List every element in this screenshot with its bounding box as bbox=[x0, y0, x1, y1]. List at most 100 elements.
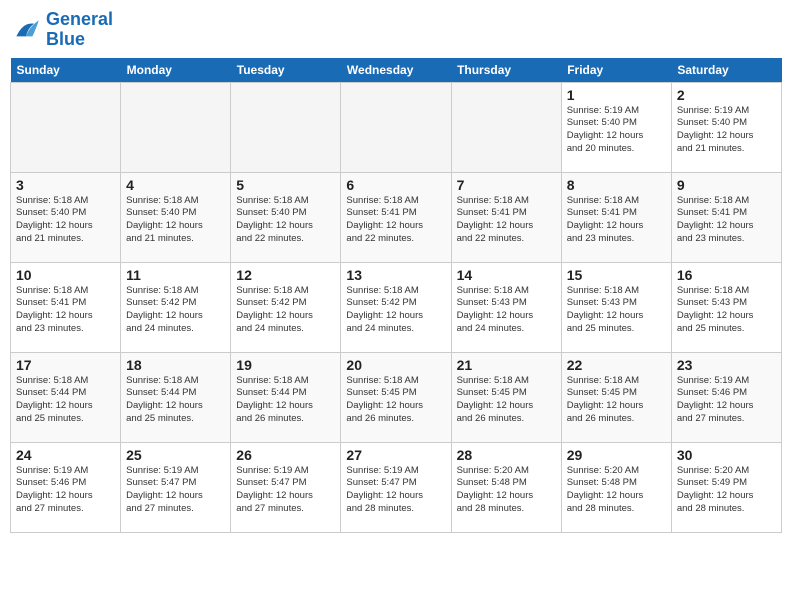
day-cell bbox=[121, 82, 231, 172]
day-info: Sunrise: 5:18 AM Sunset: 5:45 PM Dayligh… bbox=[346, 375, 445, 426]
day-number: 29 bbox=[567, 447, 666, 463]
week-row-5: 24 Sunrise: 5:19 AM Sunset: 5:46 PM Dayli… bbox=[11, 442, 782, 532]
day-number: 5 bbox=[236, 177, 335, 193]
day-info: Sunrise: 5:20 AM Sunset: 5:48 PM Dayligh… bbox=[457, 465, 556, 516]
day-number: 10 bbox=[16, 267, 115, 283]
day-cell: 3Sunrise: 5:18 AM Sunset: 5:40 PM Daylig… bbox=[11, 172, 121, 262]
day-cell: 7 Sunrise: 5:18 AM Sunset: 5:41 PM Daylig… bbox=[451, 172, 561, 262]
day-info: Sunrise: 5:19 AM Sunset: 5:47 PM Dayligh… bbox=[346, 465, 445, 516]
weekday-header-sunday: Sunday bbox=[11, 58, 121, 83]
weekday-header-row: SundayMondayTuesdayWednesdayThursdayFrid… bbox=[11, 58, 782, 83]
logo: General Blue bbox=[10, 10, 113, 50]
week-row-4: 17 Sunrise: 5:18 AM Sunset: 5:44 PM Dayli… bbox=[11, 352, 782, 442]
week-row-1: 1 Sunrise: 5:19 AM Sunset: 5:40 PM Daylig… bbox=[11, 82, 782, 172]
day-cell: 14 Sunrise: 5:18 AM Sunset: 5:43 PM Dayli… bbox=[451, 262, 561, 352]
day-info: Sunrise: 5:19 AM Sunset: 5:40 PM Dayligh… bbox=[677, 105, 776, 156]
day-cell: 16 Sunrise: 5:18 AM Sunset: 5:43 PM Dayli… bbox=[671, 262, 781, 352]
day-info: Sunrise: 5:18 AM Sunset: 5:45 PM Dayligh… bbox=[457, 375, 556, 426]
day-info: Sunrise: 5:18 AM Sunset: 5:41 PM Dayligh… bbox=[346, 195, 445, 246]
day-cell: 22 Sunrise: 5:18 AM Sunset: 5:45 PM Dayli… bbox=[561, 352, 671, 442]
logo-icon bbox=[10, 14, 42, 46]
day-number: 1 bbox=[567, 87, 666, 103]
day-info: Sunrise: 5:18 AM Sunset: 5:43 PM Dayligh… bbox=[457, 285, 556, 336]
day-info: Sunrise: 5:18 AM Sunset: 5:45 PM Dayligh… bbox=[567, 375, 666, 426]
day-cell: 4 Sunrise: 5:18 AM Sunset: 5:40 PM Daylig… bbox=[121, 172, 231, 262]
day-number: 3 bbox=[16, 177, 115, 193]
day-cell: 26 Sunrise: 5:19 AM Sunset: 5:47 PM Dayli… bbox=[231, 442, 341, 532]
day-info: Sunrise: 5:18 AM Sunset: 5:40 PM Dayligh… bbox=[236, 195, 335, 246]
day-number: 8 bbox=[567, 177, 666, 193]
day-info: Sunrise: 5:20 AM Sunset: 5:48 PM Dayligh… bbox=[567, 465, 666, 516]
day-number: 23 bbox=[677, 357, 776, 373]
day-number: 17 bbox=[16, 357, 115, 373]
day-info: Sunrise: 5:19 AM Sunset: 5:46 PM Dayligh… bbox=[677, 375, 776, 426]
weekday-header-tuesday: Tuesday bbox=[231, 58, 341, 83]
day-info: Sunrise: 5:18 AM Sunset: 5:42 PM Dayligh… bbox=[346, 285, 445, 336]
day-cell: 28 Sunrise: 5:20 AM Sunset: 5:48 PM Dayli… bbox=[451, 442, 561, 532]
day-info: Sunrise: 5:18 AM Sunset: 5:42 PM Dayligh… bbox=[126, 285, 225, 336]
day-info: Sunrise: 5:18 AM Sunset: 5:41 PM Dayligh… bbox=[457, 195, 556, 246]
day-number: 26 bbox=[236, 447, 335, 463]
day-info: Sunrise: 5:18 AM Sunset: 5:42 PM Dayligh… bbox=[236, 285, 335, 336]
day-cell: 19 Sunrise: 5:18 AM Sunset: 5:44 PM Dayli… bbox=[231, 352, 341, 442]
day-cell: 21 Sunrise: 5:18 AM Sunset: 5:45 PM Dayli… bbox=[451, 352, 561, 442]
day-number: 11 bbox=[126, 267, 225, 283]
day-cell: 2 Sunrise: 5:19 AM Sunset: 5:40 PM Daylig… bbox=[671, 82, 781, 172]
day-info: Sunrise: 5:19 AM Sunset: 5:46 PM Dayligh… bbox=[16, 465, 115, 516]
day-number: 13 bbox=[346, 267, 445, 283]
day-cell: 23 Sunrise: 5:19 AM Sunset: 5:46 PM Dayli… bbox=[671, 352, 781, 442]
day-number: 30 bbox=[677, 447, 776, 463]
weekday-header-thursday: Thursday bbox=[451, 58, 561, 83]
day-number: 2 bbox=[677, 87, 776, 103]
weekday-header-monday: Monday bbox=[121, 58, 231, 83]
day-number: 28 bbox=[457, 447, 556, 463]
day-number: 25 bbox=[126, 447, 225, 463]
day-cell: 20 Sunrise: 5:18 AM Sunset: 5:45 PM Dayli… bbox=[341, 352, 451, 442]
day-info: Sunrise: 5:19 AM Sunset: 5:47 PM Dayligh… bbox=[126, 465, 225, 516]
day-cell: 12 Sunrise: 5:18 AM Sunset: 5:42 PM Dayli… bbox=[231, 262, 341, 352]
day-number: 7 bbox=[457, 177, 556, 193]
day-number: 14 bbox=[457, 267, 556, 283]
day-number: 12 bbox=[236, 267, 335, 283]
day-number: 22 bbox=[567, 357, 666, 373]
day-number: 15 bbox=[567, 267, 666, 283]
day-cell bbox=[451, 82, 561, 172]
day-cell: 30 Sunrise: 5:20 AM Sunset: 5:49 PM Dayli… bbox=[671, 442, 781, 532]
day-number: 18 bbox=[126, 357, 225, 373]
day-cell: 5 Sunrise: 5:18 AM Sunset: 5:40 PM Daylig… bbox=[231, 172, 341, 262]
day-info: Sunrise: 5:20 AM Sunset: 5:49 PM Dayligh… bbox=[677, 465, 776, 516]
day-number: 20 bbox=[346, 357, 445, 373]
day-number: 16 bbox=[677, 267, 776, 283]
day-number: 27 bbox=[346, 447, 445, 463]
day-number: 4 bbox=[126, 177, 225, 193]
day-cell: 11 Sunrise: 5:18 AM Sunset: 5:42 PM Dayli… bbox=[121, 262, 231, 352]
day-info: Sunrise: 5:18 AM Sunset: 5:43 PM Dayligh… bbox=[677, 285, 776, 336]
day-info: Sunrise: 5:19 AM Sunset: 5:47 PM Dayligh… bbox=[236, 465, 335, 516]
day-cell bbox=[11, 82, 121, 172]
day-cell: 15 Sunrise: 5:18 AM Sunset: 5:43 PM Dayli… bbox=[561, 262, 671, 352]
day-cell: 1Sunrise: 5:19 AM Sunset: 5:40 PM Daylig… bbox=[561, 82, 671, 172]
day-cell: 25 Sunrise: 5:19 AM Sunset: 5:47 PM Dayli… bbox=[121, 442, 231, 532]
day-cell: 8Sunrise: 5:18 AM Sunset: 5:41 PM Daylig… bbox=[561, 172, 671, 262]
day-number: 24 bbox=[16, 447, 115, 463]
page-header: General Blue bbox=[10, 10, 782, 50]
day-info: Sunrise: 5:18 AM Sunset: 5:40 PM Dayligh… bbox=[126, 195, 225, 246]
calendar-table: SundayMondayTuesdayWednesdayThursdayFrid… bbox=[10, 58, 782, 533]
day-cell: 27 Sunrise: 5:19 AM Sunset: 5:47 PM Dayli… bbox=[341, 442, 451, 532]
day-number: 6 bbox=[346, 177, 445, 193]
day-number: 21 bbox=[457, 357, 556, 373]
day-info: Sunrise: 5:18 AM Sunset: 5:41 PM Dayligh… bbox=[16, 285, 115, 336]
day-cell: 13 Sunrise: 5:18 AM Sunset: 5:42 PM Dayli… bbox=[341, 262, 451, 352]
day-number: 9 bbox=[677, 177, 776, 193]
logo-text: General Blue bbox=[46, 10, 113, 50]
day-info: Sunrise: 5:18 AM Sunset: 5:43 PM Dayligh… bbox=[567, 285, 666, 336]
day-cell: 24 Sunrise: 5:19 AM Sunset: 5:46 PM Dayli… bbox=[11, 442, 121, 532]
day-info: Sunrise: 5:18 AM Sunset: 5:44 PM Dayligh… bbox=[236, 375, 335, 426]
day-cell: 6 Sunrise: 5:18 AM Sunset: 5:41 PM Daylig… bbox=[341, 172, 451, 262]
day-info: Sunrise: 5:18 AM Sunset: 5:44 PM Dayligh… bbox=[16, 375, 115, 426]
day-number: 19 bbox=[236, 357, 335, 373]
day-cell: 18Sunrise: 5:18 AM Sunset: 5:44 PM Dayli… bbox=[121, 352, 231, 442]
day-cell bbox=[341, 82, 451, 172]
day-info: Sunrise: 5:18 AM Sunset: 5:41 PM Dayligh… bbox=[677, 195, 776, 246]
week-row-3: 10 Sunrise: 5:18 AM Sunset: 5:41 PM Dayli… bbox=[11, 262, 782, 352]
